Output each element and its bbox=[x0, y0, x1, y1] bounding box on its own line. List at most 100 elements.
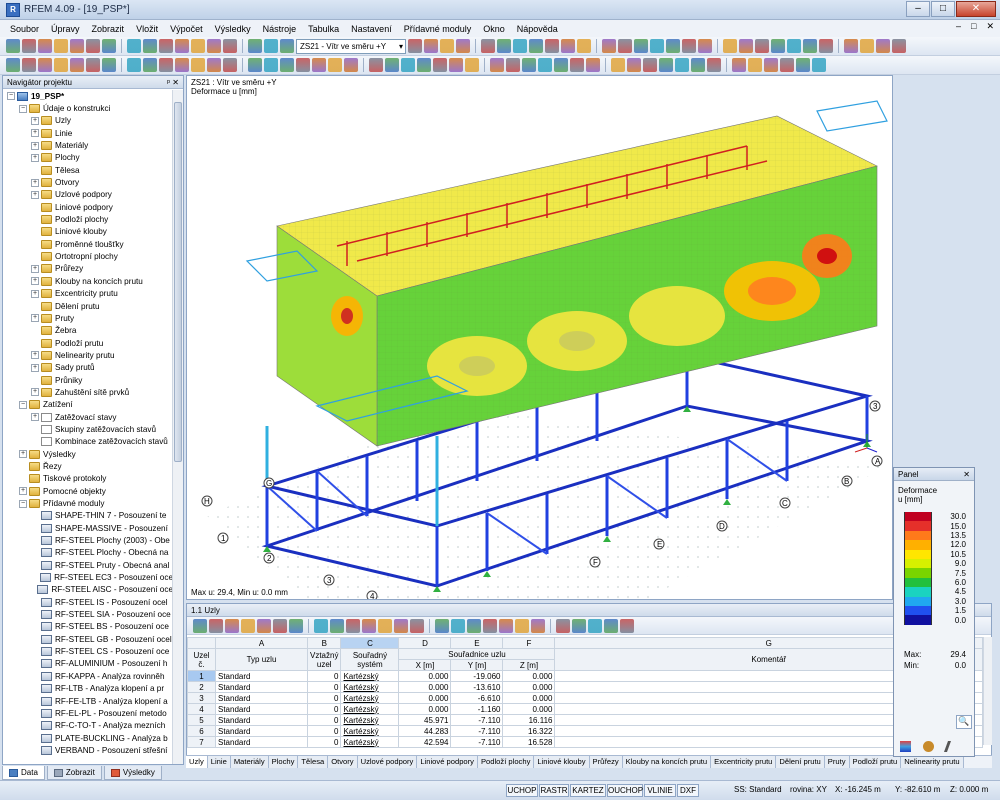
tree-item[interactable]: Podloží prutu bbox=[3, 337, 173, 349]
tree-item[interactable]: Podloží plochy bbox=[3, 213, 173, 225]
toolbar-tool-icon[interactable] bbox=[620, 618, 634, 633]
status-toggle-button[interactable]: VLINIE bbox=[644, 784, 676, 797]
tree-item[interactable]: RF-C-TO-T - Analýza mezních bbox=[3, 720, 173, 732]
toolbar-tool-icon[interactable] bbox=[604, 618, 618, 633]
toolbar-tool-icon[interactable] bbox=[70, 39, 84, 53]
cell-reference-node[interactable]: 0 bbox=[306, 703, 342, 715]
cell-coordinate-system[interactable]: Kartézský bbox=[340, 692, 400, 704]
toolbar-tool-icon[interactable] bbox=[191, 39, 205, 53]
toolbar-tool-icon[interactable] bbox=[143, 39, 157, 53]
expand-icon[interactable]: + bbox=[31, 351, 39, 360]
tree-item[interactable]: + Pruty bbox=[3, 312, 173, 324]
toolbar-tool-icon[interactable] bbox=[538, 58, 552, 72]
menu-item[interactable]: Zobrazit bbox=[92, 24, 125, 34]
scrollbar-thumb[interactable] bbox=[174, 102, 182, 462]
panel-close-icon[interactable]: ✕ bbox=[963, 468, 970, 481]
expand-icon[interactable]: + bbox=[31, 388, 39, 397]
toolbar-tool-icon[interactable] bbox=[787, 39, 801, 53]
cell-reference-node[interactable]: 0 bbox=[306, 681, 342, 693]
cell-x[interactable]: 42.594 bbox=[398, 736, 452, 748]
expand-icon[interactable]: + bbox=[31, 363, 39, 372]
toolbar-tool-icon[interactable] bbox=[675, 58, 689, 72]
toolbar-tool-icon[interactable] bbox=[207, 58, 221, 72]
toolbar-tool-icon[interactable] bbox=[634, 39, 648, 53]
toolbar-tool-icon[interactable] bbox=[465, 58, 479, 72]
row-number[interactable]: 5 bbox=[187, 714, 216, 726]
toolbar-tool-icon[interactable] bbox=[513, 39, 527, 53]
menu-item[interactable]: Vložit bbox=[136, 24, 158, 34]
expand-icon[interactable]: + bbox=[31, 277, 39, 286]
cell-coordinate-system[interactable]: Kartézský bbox=[340, 681, 400, 693]
cell-x[interactable]: 44.283 bbox=[398, 725, 452, 737]
cell-z[interactable]: 0.000 bbox=[502, 692, 556, 704]
toolbar-tool-icon[interactable] bbox=[410, 618, 424, 633]
cell-reference-node[interactable]: 0 bbox=[306, 725, 342, 737]
toolbar-tool-icon[interactable] bbox=[588, 618, 602, 633]
toolbar-tool-icon[interactable] bbox=[385, 58, 399, 72]
toolbar-tool-icon[interactable] bbox=[449, 58, 463, 72]
table-row[interactable]: 2 Standard 0 Kartézský 0.000 -13.610 0.000 bbox=[187, 681, 983, 693]
menu-item[interactable]: Nástroje bbox=[263, 24, 297, 34]
tree-item[interactable]: + Výsledky bbox=[3, 448, 173, 460]
toolbar-tool-icon[interactable] bbox=[369, 58, 383, 72]
status-toggle-button[interactable]: DXF bbox=[677, 784, 699, 797]
toolbar-tool-icon[interactable] bbox=[328, 58, 342, 72]
tree-item[interactable]: RF-STEEL IS - Posouzení ocel bbox=[3, 596, 173, 608]
tree-item[interactable]: Skupiny zatěžovacích stavů bbox=[3, 423, 173, 435]
tree-item[interactable]: RF-KAPPA - Analýza rovinněh bbox=[3, 670, 173, 682]
toolbar-tool-icon[interactable] bbox=[748, 58, 762, 72]
cell-coordinate-system[interactable]: Kartézský bbox=[340, 670, 400, 682]
toolbar-tool-icon[interactable] bbox=[481, 39, 495, 53]
toolbar-tool-icon[interactable] bbox=[451, 618, 465, 633]
menu-item[interactable]: Nastavení bbox=[351, 24, 392, 34]
expand-icon[interactable]: + bbox=[19, 487, 27, 496]
toolbar-tool-icon[interactable] bbox=[572, 618, 586, 633]
col-letter-f[interactable]: F bbox=[502, 637, 556, 649]
table-row[interactable]: 3 Standard 0 Kartézský 0.000 -6.610 0.000 bbox=[187, 692, 983, 704]
cell-node-type[interactable]: Standard bbox=[215, 681, 308, 693]
toolbar-tool-icon[interactable] bbox=[586, 58, 600, 72]
toolbar-tool-icon[interactable] bbox=[417, 58, 431, 72]
toolbar-tool-icon[interactable] bbox=[175, 58, 189, 72]
toolbar-tool-icon[interactable] bbox=[248, 58, 262, 72]
table-scrollbar[interactable] bbox=[983, 637, 992, 745]
cell-reference-node[interactable]: 0 bbox=[306, 714, 342, 726]
toolbar-tool-icon[interactable] bbox=[570, 58, 584, 72]
toolbar-tool-icon[interactable] bbox=[490, 58, 504, 72]
expand-icon[interactable]: + bbox=[31, 413, 39, 422]
tree-item[interactable]: + Sady prutů bbox=[3, 362, 173, 374]
collapse-icon[interactable]: − bbox=[19, 104, 27, 113]
row-number[interactable]: 1 bbox=[187, 670, 216, 682]
cell-z[interactable]: 0.000 bbox=[502, 703, 556, 715]
toolbar-tool-icon[interactable] bbox=[143, 58, 157, 72]
toolbar-tool-icon[interactable] bbox=[193, 618, 207, 633]
toolbar-tool-icon[interactable] bbox=[435, 618, 449, 633]
sheet-tab[interactable]: Liniové klouby bbox=[534, 756, 590, 768]
toolbar-tool-icon[interactable] bbox=[273, 618, 287, 633]
toolbar-tool-icon[interactable] bbox=[755, 39, 769, 53]
toolbar-tool-icon[interactable] bbox=[666, 39, 680, 53]
toolbar-tool-icon[interactable] bbox=[691, 58, 705, 72]
tree-item[interactable]: + Pomocné objekty bbox=[3, 485, 173, 497]
toolbar-tool-icon[interactable] bbox=[312, 58, 326, 72]
toolbar-tool-icon[interactable] bbox=[643, 58, 657, 72]
tree-item[interactable]: + Uzly bbox=[3, 115, 173, 127]
toolbar-tool-icon[interactable] bbox=[561, 39, 575, 53]
toolbar-tool-icon[interactable] bbox=[483, 618, 497, 633]
tree-item[interactable]: RF-ALUMINIUM - Posouzení h bbox=[3, 658, 173, 670]
toolbar-tool-icon[interactable] bbox=[241, 618, 255, 633]
status-toggle-button[interactable]: KARTEZ bbox=[570, 784, 606, 797]
sheet-tab[interactable]: Tělesa bbox=[298, 756, 329, 768]
toolbar-tool-icon[interactable] bbox=[844, 39, 858, 53]
tree-item[interactable]: − Zatížení bbox=[3, 399, 173, 411]
sheet-tab[interactable]: Uzlové podpory bbox=[357, 756, 418, 768]
sheet-tab[interactable]: Linie bbox=[207, 756, 231, 768]
expand-icon[interactable]: + bbox=[31, 178, 39, 187]
toolbar-tool-icon[interactable] bbox=[659, 58, 673, 72]
sheet-tab[interactable]: Otvory bbox=[328, 756, 358, 768]
mdi-restore-button[interactable]: □ bbox=[971, 21, 976, 32]
toolbar-tool-icon[interactable] bbox=[207, 39, 221, 53]
table-row[interactable]: 1 Standard 0 Kartézský 0.000 -19.060 0.000 bbox=[187, 670, 983, 682]
toolbar-tool-icon[interactable] bbox=[159, 58, 173, 72]
toolbar-tool-icon[interactable] bbox=[780, 58, 794, 72]
